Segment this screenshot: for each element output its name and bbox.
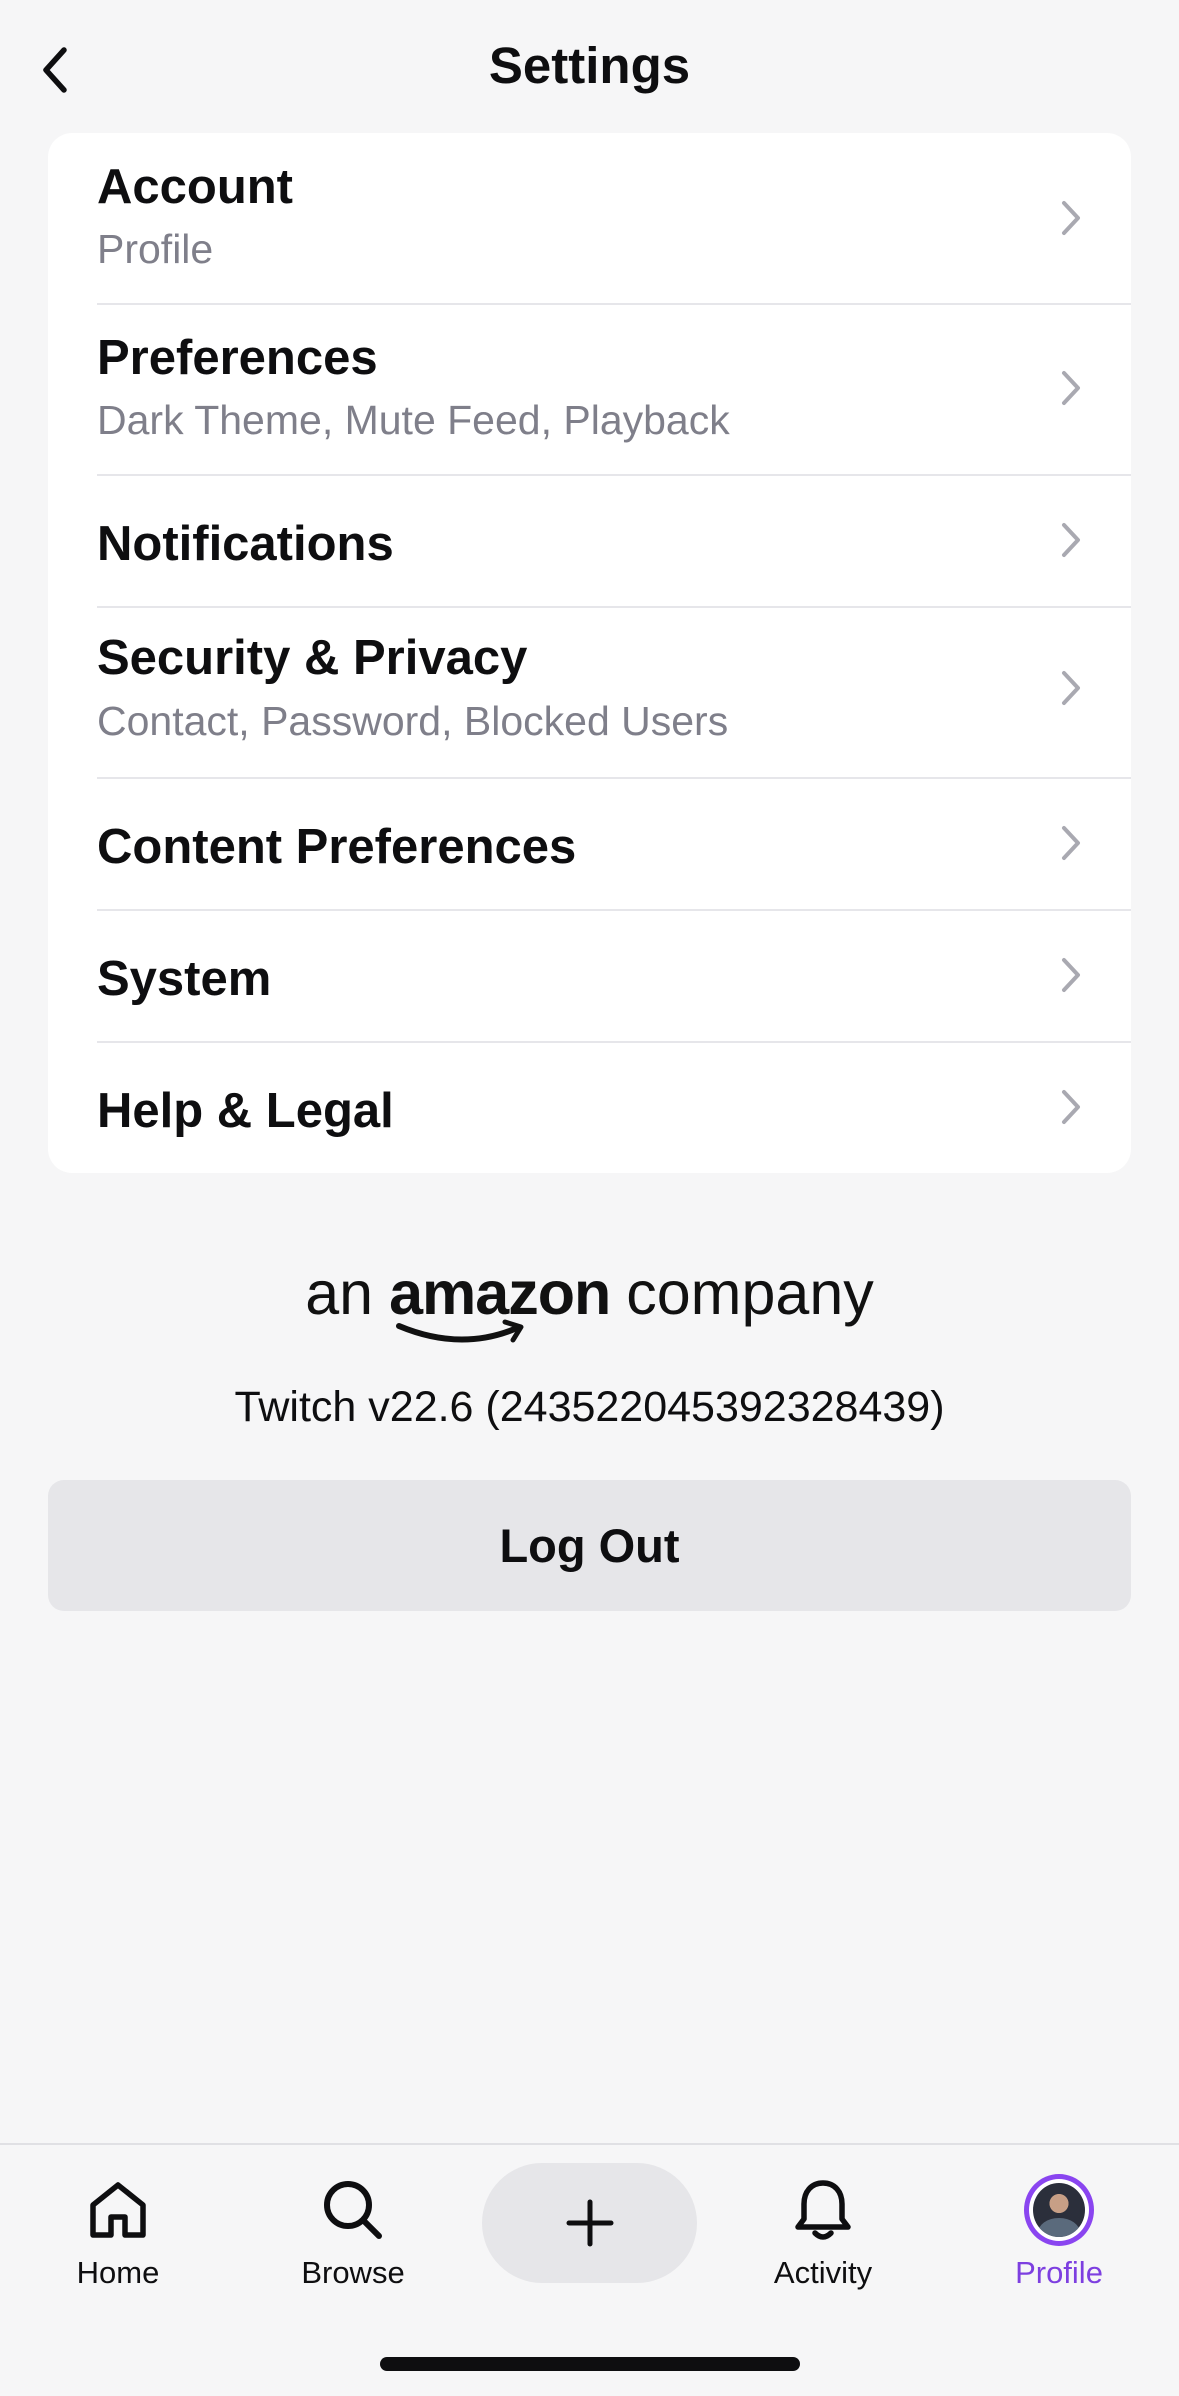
home-icon: [83, 2175, 153, 2245]
settings-item-security-privacy[interactable]: Security & Privacy Contact, Password, Bl…: [48, 608, 1131, 778]
chevron-right-icon: [1062, 671, 1080, 705]
settings-item-label: Content Preferences: [97, 820, 577, 874]
search-icon: [318, 2175, 388, 2245]
home-indicator[interactable]: [380, 2357, 800, 2371]
settings-item-subtitle: Dark Theme, Mute Feed, Playback: [97, 397, 730, 443]
settings-item-help-legal[interactable]: Help & Legal: [48, 1043, 1131, 1173]
settings-item-preferences[interactable]: Preferences Dark Theme, Mute Feed, Playb…: [48, 305, 1131, 475]
settings-item-label: System: [97, 952, 272, 1006]
bell-icon: [788, 2175, 858, 2245]
chevron-right-icon: [1062, 523, 1080, 557]
logo-brand: amazon: [389, 1258, 611, 1343]
chevron-right-icon: [1062, 958, 1080, 992]
nav-label: Browse: [301, 2255, 405, 2290]
nav-label: Home: [76, 2255, 160, 2290]
header: Settings: [0, 0, 1179, 130]
app-version: Twitch v22.6 (2435220453923284​39): [234, 1383, 945, 1431]
settings-item-subtitle: Profile: [97, 226, 214, 272]
settings-list: Account Profile Preferences Dark Theme, …: [48, 133, 1131, 1173]
chevron-right-icon: [1062, 1090, 1080, 1124]
settings-screen: Settings Account Profile Preferences Dar…: [0, 0, 1179, 2396]
nav-label: Activity: [773, 2255, 873, 2290]
chevron-right-icon: [1062, 201, 1080, 235]
avatar: [1024, 2174, 1094, 2246]
settings-item-label: Preferences: [97, 331, 378, 385]
nav-home[interactable]: Home: [28, 2175, 208, 2305]
settings-item-system[interactable]: System: [48, 911, 1131, 1041]
chevron-right-icon: [1062, 371, 1080, 405]
page-title: Settings: [488, 37, 691, 94]
nav-profile[interactable]: Profile: [969, 2174, 1149, 2305]
settings-item-content-preferences[interactable]: Content Preferences: [48, 779, 1131, 909]
settings-item-account[interactable]: Account Profile: [48, 133, 1131, 303]
settings-item-subtitle: Contact, Password, Blocked Users: [97, 698, 729, 744]
amazon-company-logo: an amazon company: [0, 1258, 1179, 1343]
settings-item-label: Help & Legal: [97, 1084, 394, 1138]
nav-browse[interactable]: Browse: [263, 2175, 443, 2305]
plus-icon: [566, 2199, 613, 2247]
settings-item-label: Notifications: [97, 517, 394, 571]
amazon-smile-icon: [396, 1319, 524, 1343]
chevron-right-icon: [1062, 826, 1080, 860]
settings-item-label: Security & Privacy: [97, 631, 528, 685]
logo-prefix: an: [305, 1259, 374, 1327]
settings-item-label: Account: [97, 160, 293, 214]
settings-item-notifications[interactable]: Notifications: [48, 476, 1131, 606]
nav-label: Profile: [1015, 2255, 1103, 2290]
create-button[interactable]: [482, 2163, 697, 2283]
log-out-button[interactable]: Log Out: [48, 1480, 1131, 1611]
logo-suffix: company: [626, 1259, 874, 1327]
nav-activity[interactable]: Activity: [733, 2175, 913, 2305]
